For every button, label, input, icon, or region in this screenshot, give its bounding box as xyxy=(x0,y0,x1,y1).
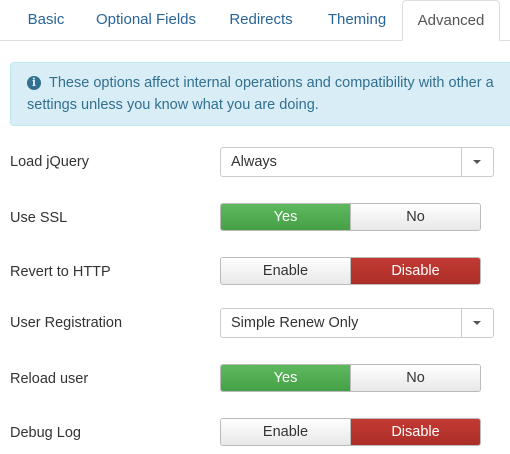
use-ssl-no-button[interactable]: No xyxy=(351,204,480,230)
load-jquery-value: Always xyxy=(231,154,277,170)
tab-advanced[interactable]: Advanced xyxy=(402,0,500,41)
reload-user-no-button[interactable]: No xyxy=(351,365,480,391)
revert-http-disable-button[interactable]: Disable xyxy=(351,258,480,284)
revert-http-label: Revert to HTTP xyxy=(10,264,111,280)
debug-log-disable-button[interactable]: Disable xyxy=(351,419,480,445)
revert-http-row: Revert to HTTP Enable Disable xyxy=(0,257,510,287)
reload-user-toggle: Yes No xyxy=(220,364,481,392)
use-ssl-yes-button[interactable]: Yes xyxy=(221,204,351,230)
use-ssl-toggle: Yes No xyxy=(220,203,481,231)
info-icon: i xyxy=(27,76,41,90)
user-registration-select[interactable]: Simple Renew Only xyxy=(220,308,494,338)
user-registration-row: User Registration Simple Renew Only xyxy=(0,308,510,338)
load-jquery-select[interactable]: Always xyxy=(220,147,494,177)
reload-user-label: Reload user xyxy=(10,371,89,387)
use-ssl-row: Use SSL Yes No xyxy=(0,203,510,233)
load-jquery-row: Load jQuery Always xyxy=(0,147,510,177)
alert-text-line2: settings unless you know what you are do… xyxy=(27,97,319,113)
debug-log-enable-button[interactable]: Enable xyxy=(221,419,351,445)
load-jquery-label: Load jQuery xyxy=(10,154,89,170)
use-ssl-label: Use SSL xyxy=(10,210,68,226)
reload-user-row: Reload user Yes No xyxy=(0,364,510,394)
alert-text-line1: These options affect internal operations… xyxy=(49,75,494,91)
chevron-down-icon xyxy=(473,160,481,164)
reload-user-yes-button[interactable]: Yes xyxy=(221,365,351,391)
user-registration-value: Simple Renew Only xyxy=(231,315,359,331)
debug-log-row: Debug Log Enable Disable xyxy=(0,418,510,448)
tab-bar: Basic Optional Fields Redirects Theming … xyxy=(0,0,510,41)
dropdown-toggle[interactable] xyxy=(461,148,493,176)
chevron-down-icon xyxy=(473,321,481,325)
tab-basic[interactable]: Basic xyxy=(10,0,82,40)
revert-http-toggle: Enable Disable xyxy=(220,257,481,285)
revert-http-enable-button[interactable]: Enable xyxy=(221,258,351,284)
debug-log-label: Debug Log xyxy=(10,425,81,441)
info-alert: i These options affect internal operation… xyxy=(10,62,510,126)
tab-optional-fields[interactable]: Optional Fields xyxy=(82,0,210,40)
user-registration-label: User Registration xyxy=(10,315,123,331)
dropdown-toggle[interactable] xyxy=(461,309,493,337)
debug-log-toggle: Enable Disable xyxy=(220,418,481,446)
tab-redirects[interactable]: Redirects xyxy=(210,0,312,40)
tab-theming[interactable]: Theming xyxy=(312,0,402,40)
